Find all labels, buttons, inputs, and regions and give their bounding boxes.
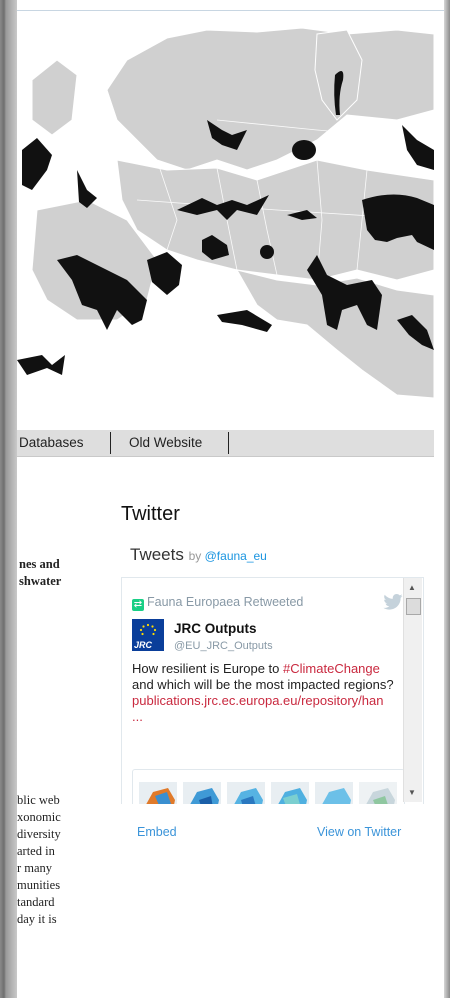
retweet-label: Fauna Europaea Retweeted <box>147 595 304 609</box>
tweet-timeline[interactable]: ⇄ Fauna Europaea Retweeted JRC JRC Output… <box>121 577 424 804</box>
nav-separator <box>228 432 229 454</box>
by-label: by <box>188 549 202 563</box>
content-heading-line-1: nes and <box>19 557 60 571</box>
author-name[interactable]: JRC Outputs <box>174 621 257 636</box>
timeline-scrollbar[interactable]: ▲ ▼ <box>403 578 422 802</box>
header-strip <box>17 0 444 11</box>
map-britain <box>31 59 78 136</box>
avatar-label: JRC <box>134 640 153 650</box>
paragraph-line: day it is <box>17 912 57 926</box>
scroll-thumb[interactable] <box>406 598 421 615</box>
by-handle-link[interactable]: @fauna_eu <box>205 549 267 563</box>
tweet-ellipsis: ... <box>132 709 143 724</box>
timeline-header: Tweets by @fauna_eu <box>130 545 267 565</box>
hashtag-link[interactable]: #ClimateChange <box>283 661 380 676</box>
page-right-border <box>444 0 450 998</box>
spider-silhouette <box>260 245 274 259</box>
author-handle[interactable]: @EU_JRC_Outputs <box>174 640 273 652</box>
avatar[interactable]: JRC <box>132 619 164 651</box>
moth-silhouette <box>77 170 97 208</box>
tweet-text-part: How resilient is Europe to <box>132 661 280 676</box>
paragraph-line: blic web <box>17 793 60 807</box>
fish-silhouette <box>17 355 65 375</box>
scroll-down-icon[interactable]: ▼ <box>408 788 416 797</box>
retweet-icon: ⇄ <box>132 599 144 611</box>
europe-fauna-banner <box>17 27 434 398</box>
retweet-context: ⇄ Fauna Europaea Retweeted <box>132 595 303 611</box>
paragraph-line: r many <box>17 861 53 875</box>
cricket-silhouette <box>217 310 272 332</box>
twitter-heading: Twitter <box>121 503 180 525</box>
nav-separator <box>110 432 111 454</box>
bird-topright-silhouette <box>402 125 434 170</box>
tweet-text: How resilient is Europe to #ClimateChang… <box>132 661 404 725</box>
paragraph-line: arted in <box>17 844 55 858</box>
nav-databases[interactable]: Databases <box>19 430 84 456</box>
embed-link[interactable]: Embed <box>137 825 177 839</box>
paragraph-line: tandard <box>17 895 55 909</box>
view-on-twitter-link[interactable]: View on Twitter <box>317 825 401 839</box>
nav-old-website[interactable]: Old Website <box>129 430 202 456</box>
paragraph-line: diversity <box>17 827 61 841</box>
tweet-url-link[interactable]: publications.jrc.ec.europa.eu/repository… <box>132 693 404 709</box>
tweet-text-part: and which will be the most impacted regi… <box>132 677 394 692</box>
butterfly-silhouette <box>22 138 52 190</box>
main-nav: Databases Old Website <box>17 430 434 457</box>
beetle-silhouette <box>147 252 182 295</box>
scroll-up-icon[interactable]: ▲ <box>408 583 416 592</box>
map-north <box>106 27 434 171</box>
twitter-bird-icon[interactable] <box>383 594 403 610</box>
content-heading-line-2: shwater <box>19 574 62 588</box>
tick-silhouette <box>292 140 316 160</box>
paragraph-line: xonomic <box>17 810 61 824</box>
climate-maps-image <box>139 782 397 804</box>
tweet-media-preview[interactable] <box>132 769 405 804</box>
paragraph-line: munities <box>17 878 61 892</box>
timeline-by: by @fauna_eu <box>189 549 267 563</box>
timeline-title: Tweets <box>130 545 184 564</box>
page-left-border <box>0 0 17 998</box>
